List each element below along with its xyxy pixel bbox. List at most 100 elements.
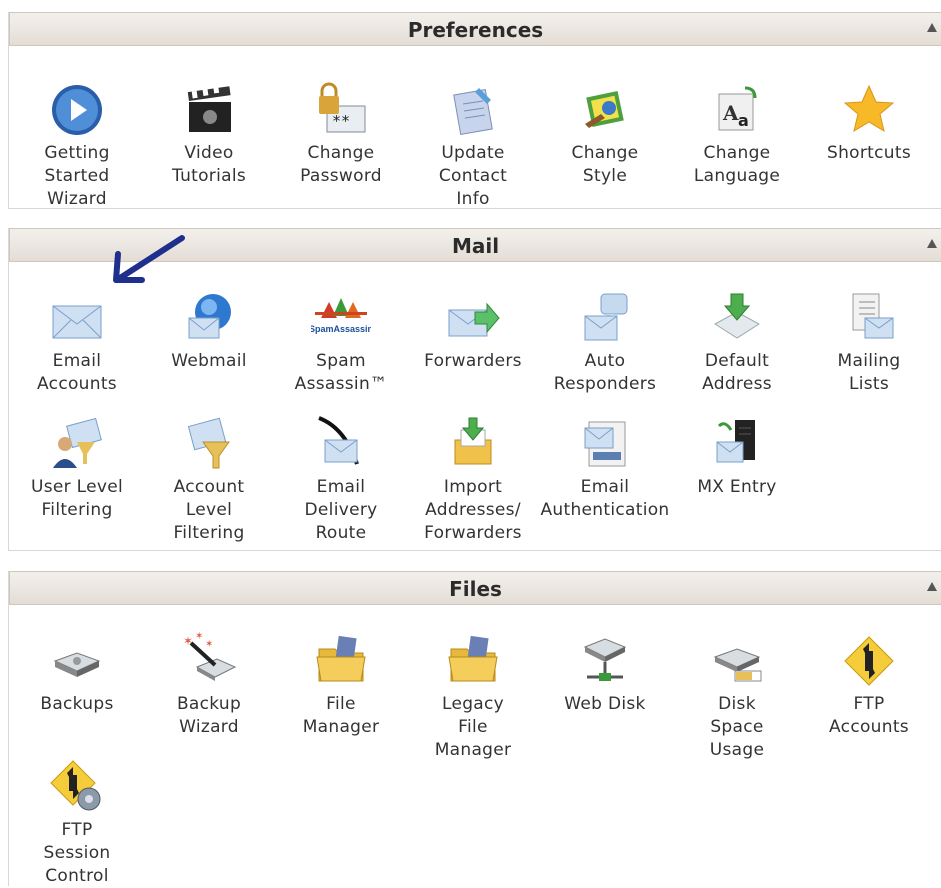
shortcuts-item[interactable]: Shortcuts — [803, 80, 935, 165]
star-icon — [843, 84, 895, 133]
envelope-funnel-icon — [187, 417, 230, 469]
authentication-envelope-icon — [584, 421, 626, 467]
spamassassin-icon: SpamAssassin — [311, 298, 371, 334]
item-label: Webmail — [171, 351, 247, 371]
file-manager-item[interactable]: File Manager — [275, 631, 407, 739]
item-label: FTP Session Control — [43, 820, 111, 886]
svg-text:a: a — [738, 111, 749, 130]
disk-usage-icon — [713, 648, 762, 682]
delivery-route-icon — [318, 416, 359, 465]
email-accounts-item[interactable]: Email Accounts — [11, 288, 143, 396]
change-password-item[interactable]: ** Change Password — [275, 80, 407, 188]
preferences-panel: Preferences Getting Started Wizard Video… — [8, 12, 941, 209]
webmail-item[interactable]: Webmail — [143, 288, 275, 373]
svg-text:✶: ✶ — [195, 631, 203, 642]
item-label: Video Tutorials — [171, 143, 247, 186]
collapse-arrow-icon[interactable] — [927, 582, 937, 591]
files-title: Files — [449, 577, 502, 601]
import-addresses-forwarders-item[interactable]: Import Addresses/ Forwarders — [407, 414, 539, 545]
mailing-lists-item[interactable]: Mailing Lists — [803, 288, 935, 396]
change-style-item[interactable]: Change Style — [539, 80, 671, 188]
change-language-item[interactable]: Aa Change Language — [671, 80, 803, 188]
item-label: Email Accounts — [37, 351, 117, 394]
list-envelope-icon — [852, 293, 894, 339]
user-level-filtering-item[interactable]: User Level Filtering — [11, 414, 143, 522]
legacy-folder-icon — [448, 635, 498, 682]
style-palette-icon — [585, 91, 624, 128]
spam-assassin-item[interactable]: SpamAssassin Spam Assassin™ — [275, 288, 407, 396]
item-label: Email Delivery Route — [304, 477, 378, 543]
contact-notepad-icon — [453, 88, 493, 136]
item-label: Update Contact Info — [438, 143, 508, 209]
disk-wand-icon: ✶ ✶✶ — [183, 631, 237, 681]
language-icon: Aa — [718, 86, 757, 131]
backup-wizard-item[interactable]: ✶ ✶ ✶ Backup Wizard — [143, 631, 275, 739]
item-label: File Manager — [302, 694, 380, 737]
item-label: Forwarders — [424, 351, 522, 371]
getting-started-wizard-item[interactable]: Getting Started Wizard — [11, 80, 143, 211]
user-filter-icon — [53, 417, 102, 468]
files-panel: Files Backups ✶ ✶ ✶ Backup Wizard File Man… — [8, 571, 941, 886]
web-disk-item[interactable]: Web Disk — [539, 631, 671, 716]
inbox-down-arrow-icon — [714, 293, 760, 339]
preferences-title: Preferences — [407, 18, 544, 42]
item-label: Email Authentication — [540, 477, 670, 520]
account-level-filtering-item[interactable]: Account Level Filtering — [143, 414, 275, 545]
item-label: Default Address — [702, 351, 772, 394]
auto-responders-item[interactable]: Auto Responders — [539, 288, 671, 396]
legacy-file-manager-item[interactable]: Legacy File Manager — [407, 631, 539, 762]
ftp-accounts-item[interactable]: FTP Accounts — [803, 631, 935, 739]
item-label: Legacy File Manager — [434, 694, 512, 760]
svg-text:✶: ✶ — [205, 639, 213, 650]
preferences-header[interactable]: Preferences — [9, 12, 941, 46]
envelope-icon — [52, 305, 102, 339]
disk-space-usage-item[interactable]: Disk Space Usage — [671, 631, 803, 762]
item-label: Spam Assassin™ — [294, 351, 388, 394]
server-envelope-icon — [716, 420, 755, 463]
item-label: FTP Accounts — [829, 694, 909, 737]
collapse-arrow-icon[interactable] — [927, 239, 937, 248]
ftp-session-control-item[interactable]: FTP Session Control — [11, 757, 143, 888]
default-address-item[interactable]: Default Address — [671, 288, 803, 396]
item-label: Mailing Lists — [837, 351, 901, 394]
item-label: Getting Started Wizard — [44, 143, 110, 209]
item-label: Change Password — [300, 143, 382, 186]
backups-item[interactable]: Backups — [11, 631, 143, 716]
forward-envelope-icon — [448, 302, 500, 337]
email-authentication-item[interactable]: Email Authentication — [539, 414, 671, 522]
forwarders-item[interactable]: Forwarders — [407, 288, 539, 373]
item-label: Disk Space Usage — [709, 694, 765, 760]
files-header[interactable]: Files — [9, 571, 941, 605]
item-label: Shortcuts — [827, 143, 911, 163]
svg-text:A: A — [722, 101, 739, 125]
mx-entry-item[interactable]: MX Entry — [671, 414, 803, 499]
item-label: Import Addresses/ Forwarders — [424, 477, 522, 543]
item-label: Change Language — [693, 143, 781, 186]
folder-icon — [316, 635, 366, 682]
clapperboard-icon — [187, 85, 231, 132]
speech-envelope-icon — [584, 293, 628, 341]
padlock-password-icon: ** — [319, 82, 366, 133]
globe-envelope-icon — [188, 294, 231, 339]
item-label: Web Disk — [564, 694, 646, 714]
collapse-arrow-icon[interactable] — [927, 23, 937, 32]
spamassassin-logo-text: SpamAssassin — [311, 324, 371, 334]
play-button-icon — [52, 85, 102, 135]
svg-text:✶: ✶ — [183, 634, 193, 648]
hard-disk-icon — [53, 652, 101, 677]
ftp-gear-icon — [50, 760, 101, 811]
item-label: Backups — [40, 694, 114, 714]
item-label: Account Level Filtering — [173, 477, 245, 543]
email-delivery-route-item[interactable]: Email Delivery Route — [275, 414, 407, 545]
network-disk-icon — [583, 638, 627, 681]
update-contact-info-item[interactable]: Update Contact Info — [407, 80, 539, 211]
import-box-icon — [454, 417, 492, 465]
ftp-transfer-icon — [844, 636, 894, 686]
item-label: Auto Responders — [553, 351, 657, 394]
annotation-arrow-icon — [113, 235, 185, 283]
svg-text:**: ** — [332, 112, 350, 130]
item-label: Change Style — [571, 143, 639, 186]
item-label: Backup Wizard — [176, 694, 242, 737]
video-tutorials-item[interactable]: Video Tutorials — [143, 80, 275, 188]
item-label: MX Entry — [697, 477, 777, 497]
